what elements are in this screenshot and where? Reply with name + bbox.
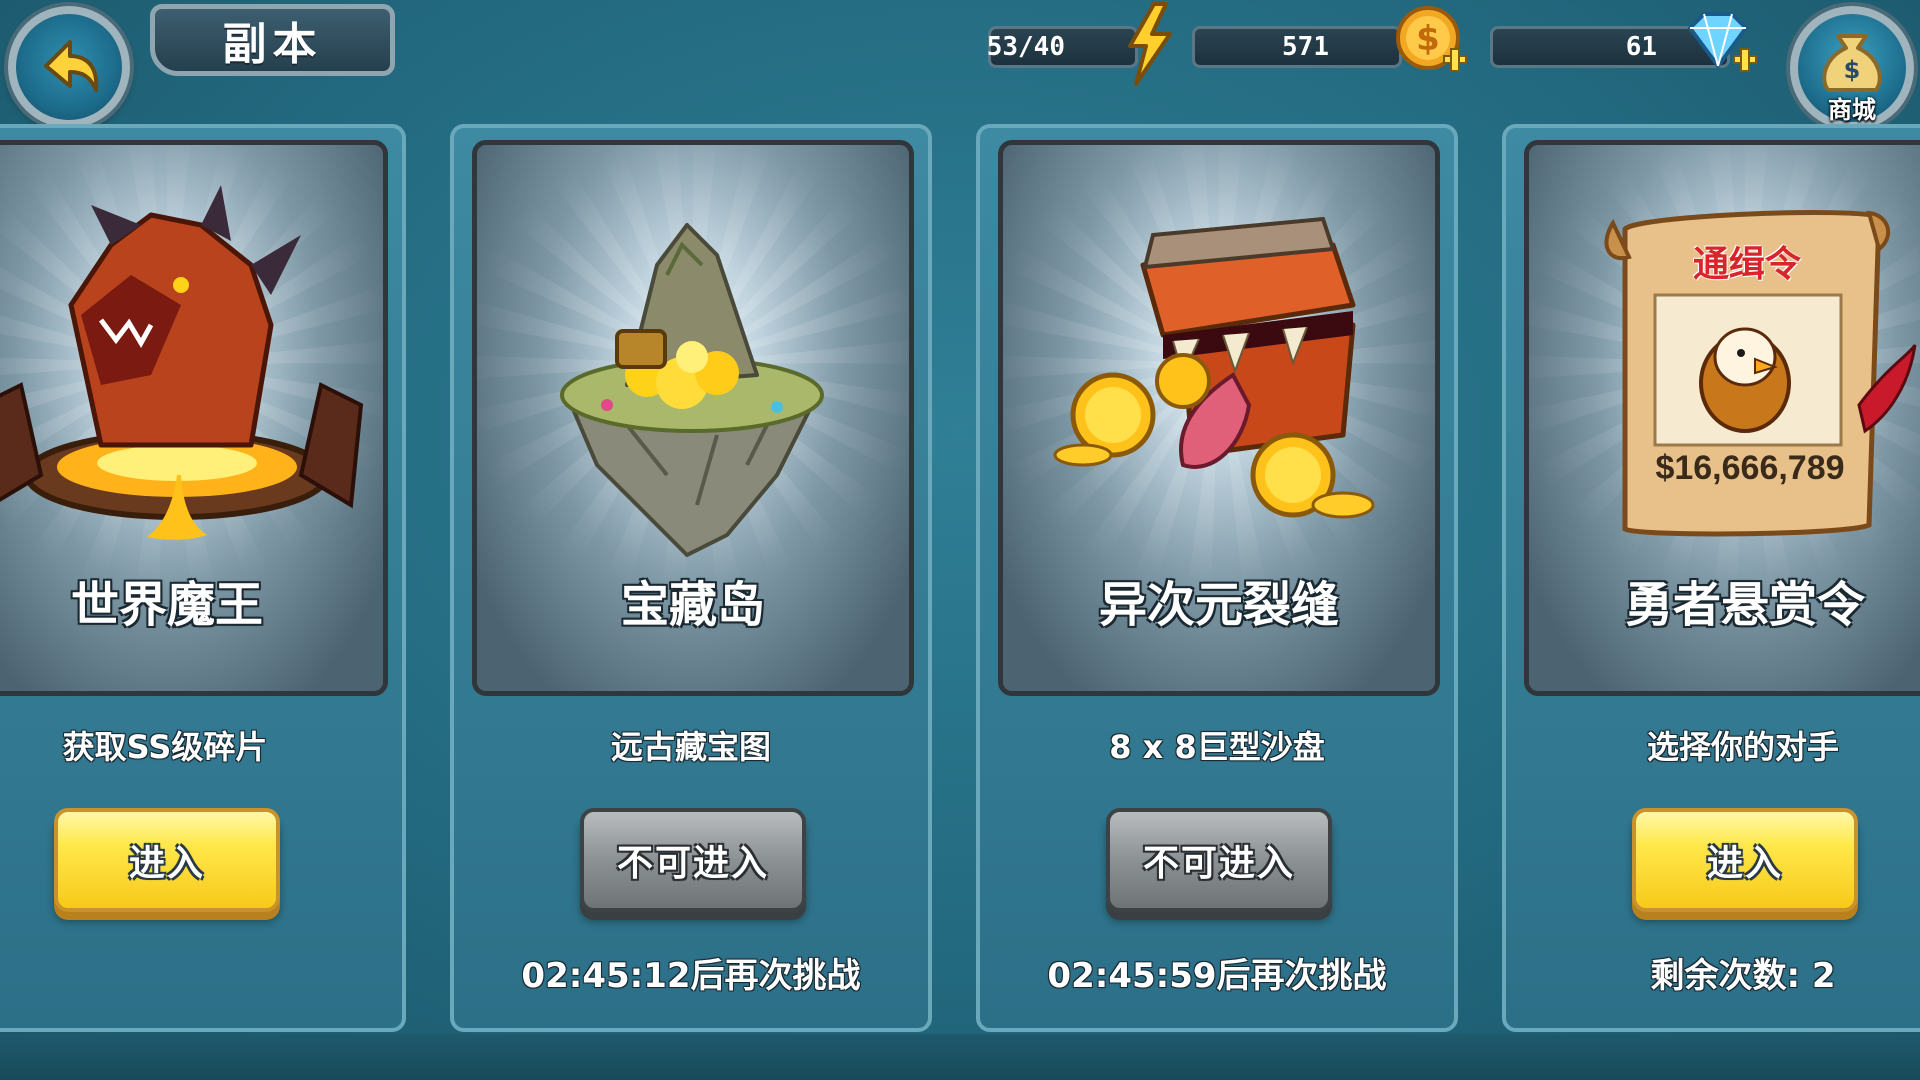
remaining-attempts: 剩余次数: 2 [1650,956,1836,996]
svg-text:$: $ [1416,19,1440,59]
add-gold-button[interactable]: $ [1394,4,1470,80]
enter-button[interactable]: 进入 [1632,808,1858,912]
card-subtitle: 远古藏宝图 [610,728,771,766]
card-subtitle: 选择你的对手 [1646,728,1839,766]
dungeon-card-dimensional-rift: 异次元裂缝 8 x 8巨型沙盘 不可进入 02:45:59后再次挑战 [976,124,1458,1032]
gold-value: 571 [1282,32,1329,62]
back-button[interactable] [8,6,130,128]
add-gem-button[interactable] [1680,8,1760,80]
card-subtitle: 8 x 8巨型沙盘 [1109,728,1325,766]
card-art-frame: 通缉令 $16,666,789 勇者悬赏令 [1524,140,1920,696]
energy-bar: 53/40 [986,26,1138,68]
shop-label: 商城 [1828,96,1876,124]
card-art-frame: 世界魔王 [0,140,388,696]
enter-button[interactable]: 进入 [54,808,280,912]
bottom-band [0,1034,1920,1080]
locked-button[interactable]: 不可进入 [580,808,806,912]
card-art-frame: 宝藏岛 [472,140,914,696]
lightning-icon [1128,2,1172,86]
locked-button[interactable]: 不可进入 [1106,808,1332,912]
energy-value: 53/40 [986,32,1065,62]
card-title: 勇者悬赏令 [1624,577,1865,633]
card-title: 异次元裂缝 [1098,577,1339,633]
cooldown-timer: 02:45:12后再次挑战 [521,956,861,996]
svg-text:$: $ [1844,56,1861,84]
dungeon-card-treasure-island: 宝藏岛 远古藏宝图 不可进入 02:45:12后再次挑战 [450,124,932,1032]
back-arrow-icon [44,40,99,92]
gem-value: 61 [1625,32,1657,62]
wanted-poster-title: 通缉令 [1692,244,1801,285]
gold-bar: 571 [1192,26,1402,68]
gold-coin-plus-icon: $ [1396,6,1467,72]
cooldown-timer: 02:45:59后再次挑战 [1047,956,1387,996]
card-title: 宝藏岛 [620,577,765,633]
dungeon-card-hero-bounty: 通缉令 $16,666,789 勇者悬赏令 选择你的对手 进入 剩余次数: 2 [1502,124,1920,1032]
card-title: 世界魔王 [70,577,263,633]
shop-button[interactable]: $ 商城 [1790,6,1914,130]
wanted-poster-reward: $16,666,789 [1655,449,1845,487]
card-subtitle: 获取SS级碎片 [62,728,268,766]
diamond-plus-icon [1688,12,1757,72]
dungeon-card-world-boss: 世界魔王 获取SS级碎片 进入 [0,124,406,1032]
card-art-frame: 异次元裂缝 [998,140,1440,696]
page-title: 副本 [150,4,395,76]
